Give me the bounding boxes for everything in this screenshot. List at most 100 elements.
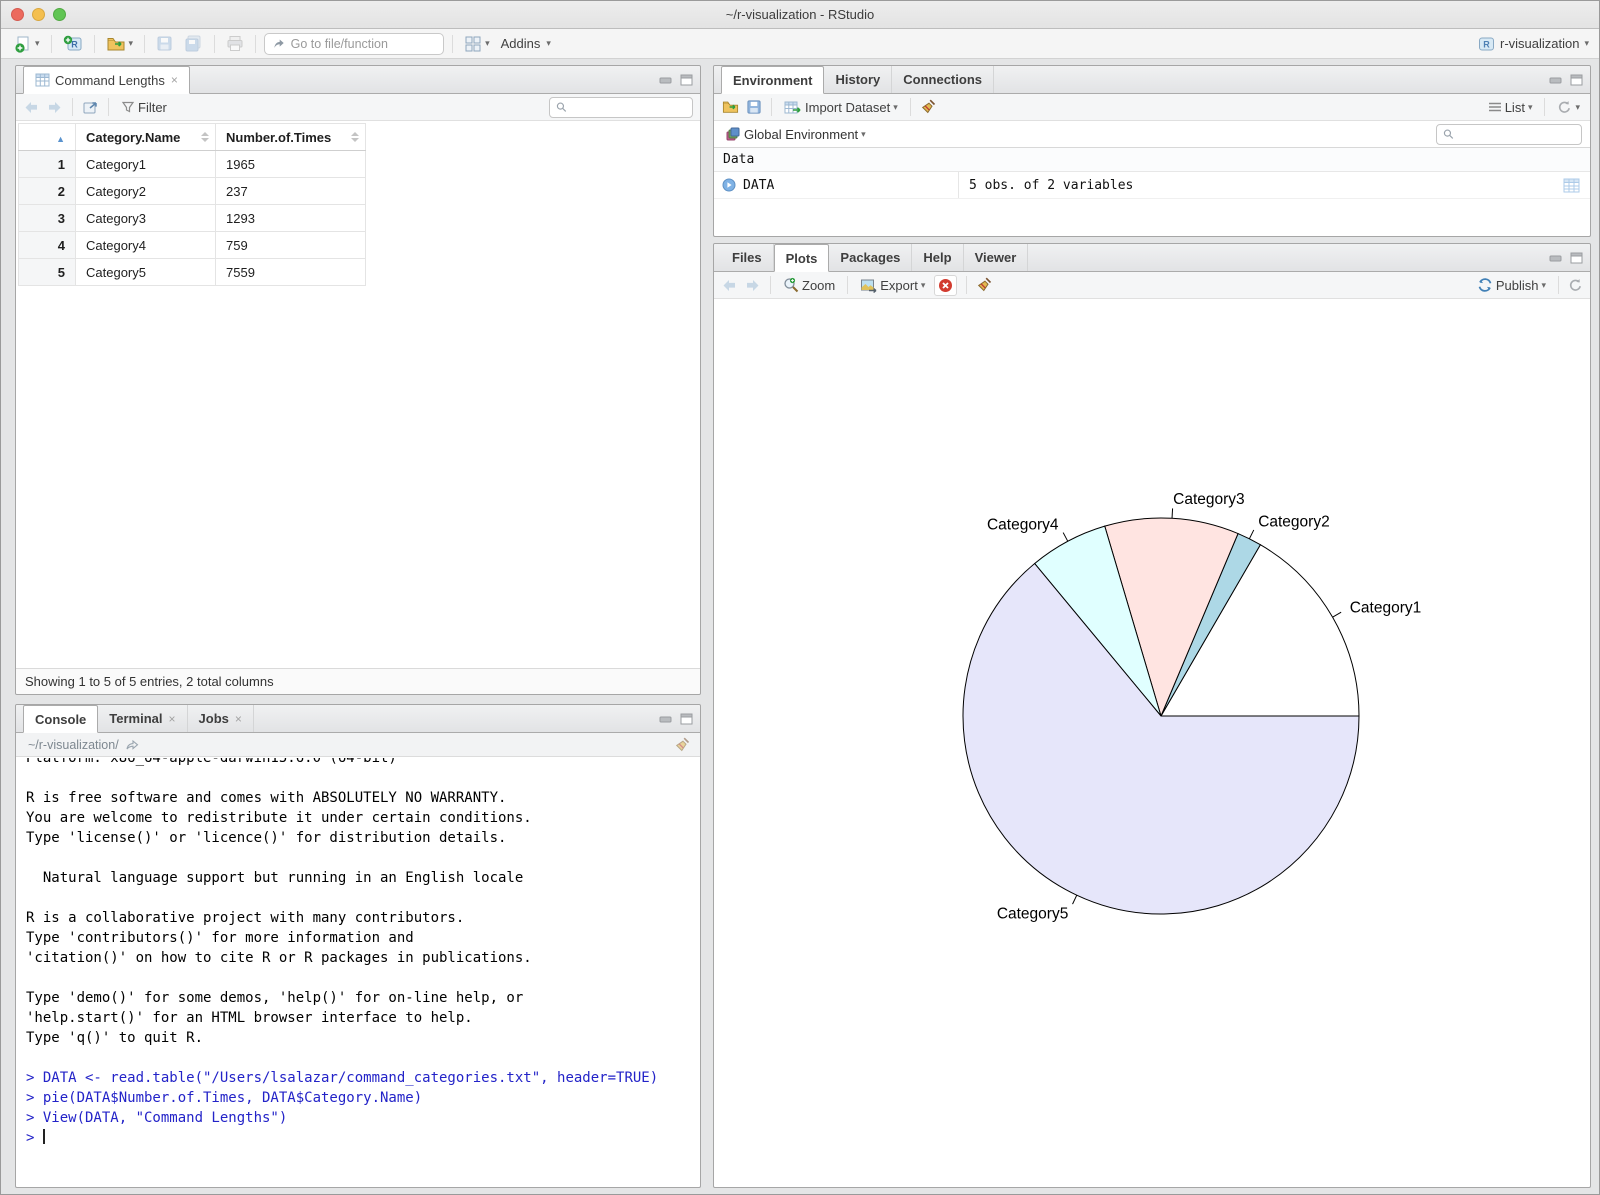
environment-pane: Environment History Connections Import D… <box>713 65 1591 237</box>
minimize-pane-icon[interactable] <box>1549 74 1563 85</box>
expand-object-play-icon[interactable] <box>722 178 736 192</box>
data-viewer-status-bar: Showing 1 to 5 of 5 entries, 2 total col… <box>16 668 700 694</box>
maximize-pane-icon[interactable] <box>680 74 693 86</box>
project-selector[interactable]: R r-visualization ▾ <box>1478 36 1589 52</box>
go-to-directory-icon[interactable] <box>125 739 139 751</box>
refresh-environment-button[interactable]: ▾ <box>1554 98 1583 117</box>
close-tab-icon[interactable]: × <box>169 712 176 726</box>
toolbar-separator <box>847 276 849 294</box>
remove-plot-button[interactable] <box>934 274 958 296</box>
toolbar-separator <box>452 34 454 53</box>
environment-search-input[interactable] <box>1457 127 1575 141</box>
tab-viewer[interactable]: Viewer <box>964 244 1029 271</box>
tab-connections[interactable]: Connections <box>892 66 994 93</box>
zoom-plot-button[interactable]: Zoom <box>780 275 838 295</box>
import-dataset-button[interactable]: Import Dataset ▾ <box>781 98 901 117</box>
data-viewer-search[interactable] <box>549 96 693 118</box>
close-tab-icon[interactable]: × <box>235 712 242 726</box>
tab-label: Command Lengths <box>55 72 165 88</box>
console-output-line: Platform: x86_64-apple-darwin15.6.0 (64-… <box>26 758 397 766</box>
load-workspace-folder-icon[interactable] <box>721 99 740 115</box>
pane-layout-caret-icon: ▾ <box>485 38 490 48</box>
tab-environment[interactable]: Environment <box>721 66 825 94</box>
environment-search[interactable] <box>1436 123 1582 145</box>
pie-label: Category3 <box>1173 491 1245 508</box>
publish-icon <box>1478 278 1492 292</box>
maximize-pane-icon[interactable] <box>1570 252 1583 264</box>
save-button[interactable] <box>153 33 176 54</box>
print-button[interactable] <box>223 33 247 54</box>
tab-help[interactable]: Help <box>912 244 964 271</box>
tab-label: History <box>835 72 881 87</box>
tab-files[interactable]: Files <box>721 244 774 271</box>
previous-plot-icon[interactable] <box>721 278 738 293</box>
environment-scope-selector[interactable]: Global Environment ▾ <box>722 124 869 144</box>
addins-button[interactable]: Addins ▾ <box>498 34 554 53</box>
save-all-button[interactable] <box>181 33 206 54</box>
object-name: DATA <box>743 177 775 193</box>
row-number-cell: 2 <box>18 177 76 205</box>
object-value: 5 obs. of 2 variables <box>969 177 1134 193</box>
column-header-number-of-times[interactable]: Number.of.Times <box>215 123 366 151</box>
tab-label: Help <box>923 250 952 265</box>
clear-all-plots-broom-icon[interactable] <box>976 277 992 293</box>
tab-command-lengths[interactable]: Command Lengths × <box>23 66 190 94</box>
open-file-caret-icon: ▾ <box>128 38 134 48</box>
new-file-button[interactable]: ▾ <box>11 33 43 55</box>
console-command-line: > DATA <- read.table("/Users/lsalazar/co… <box>26 1070 659 1086</box>
tab-packages[interactable]: Packages <box>829 244 913 271</box>
console-output-line: R is free software and comes with ABSOLU… <box>26 790 507 806</box>
maximize-pane-icon[interactable] <box>1570 74 1583 86</box>
tab-label: Files <box>732 250 762 265</box>
data-viewer-pane: Command Lengths × Filter ▲ Category.Name… <box>15 65 701 695</box>
minimize-pane-icon[interactable] <box>1549 252 1563 263</box>
goto-file-function-box[interactable] <box>264 32 445 55</box>
minimize-pane-icon[interactable] <box>659 713 673 724</box>
table-cell: Category4 <box>75 231 216 259</box>
open-file-button[interactable]: ▾ <box>103 33 137 55</box>
new-project-icon: R <box>63 35 82 50</box>
tab-label: Terminal <box>109 711 163 726</box>
table-row: 2 Category2 237 <box>18 177 366 205</box>
data-viewer-search-input[interactable] <box>570 100 686 114</box>
console-body[interactable]: Platform: x86_64-apple-darwin15.6.0 (64-… <box>17 758 699 1186</box>
window-title: ~/r-visualization - RStudio <box>725 7 875 22</box>
tab-history[interactable]: History <box>824 66 893 93</box>
maximize-pane-icon[interactable] <box>680 713 693 725</box>
table-cell: Category5 <box>75 258 216 286</box>
publish-label: Publish <box>1495 277 1539 293</box>
close-tab-icon[interactable]: × <box>171 73 178 87</box>
clear-environment-broom-icon[interactable] <box>920 99 936 115</box>
open-in-new-window-icon[interactable] <box>82 100 99 115</box>
column-header-rownames[interactable]: ▲ <box>18 123 76 151</box>
new-project-button[interactable]: R <box>60 33 86 55</box>
display-mode-button[interactable]: List ▾ <box>1485 98 1536 117</box>
goto-file-function-input[interactable] <box>290 36 436 51</box>
console-output-line: 'help.start()' for an HTML browser inter… <box>26 1010 473 1026</box>
filter-button[interactable]: Filter <box>118 98 170 117</box>
next-plot-icon[interactable] <box>744 278 761 293</box>
tab-console[interactable]: Console <box>23 705 99 733</box>
clear-console-broom-icon[interactable] <box>674 737 690 753</box>
minimize-pane-icon[interactable] <box>659 74 673 85</box>
view-data-grid-icon[interactable] <box>1563 178 1580 193</box>
toolbar-separator <box>770 276 771 294</box>
console-output-line: R is a collaborative project with many c… <box>26 910 465 926</box>
tab-jobs[interactable]: Jobs × <box>188 705 254 732</box>
export-plot-button[interactable]: Export ▾ <box>857 276 928 295</box>
tab-terminal[interactable]: Terminal × <box>98 705 188 732</box>
column-header-category-name[interactable]: Category.Name <box>75 123 216 151</box>
tab-plots[interactable]: Plots <box>773 244 830 272</box>
save-workspace-icon[interactable] <box>746 99 762 115</box>
pane-layout-grid-icon <box>465 36 481 51</box>
console-output-line: 'citation()' on how to cite R or R packa… <box>26 950 532 966</box>
publish-caret-icon: ▾ <box>1541 279 1546 290</box>
forward-icon[interactable] <box>46 100 63 115</box>
back-icon[interactable] <box>23 100 40 115</box>
data-viewer-tabbar: Command Lengths × <box>16 66 700 94</box>
pane-layout-button[interactable]: ▾ <box>461 33 493 55</box>
refresh-plot-icon[interactable] <box>1568 278 1583 293</box>
tab-label: Plots <box>785 250 818 266</box>
environment-object-row[interactable]: DATA 5 obs. of 2 variables <box>714 172 1590 199</box>
publish-button[interactable]: Publish ▾ <box>1474 275 1549 295</box>
